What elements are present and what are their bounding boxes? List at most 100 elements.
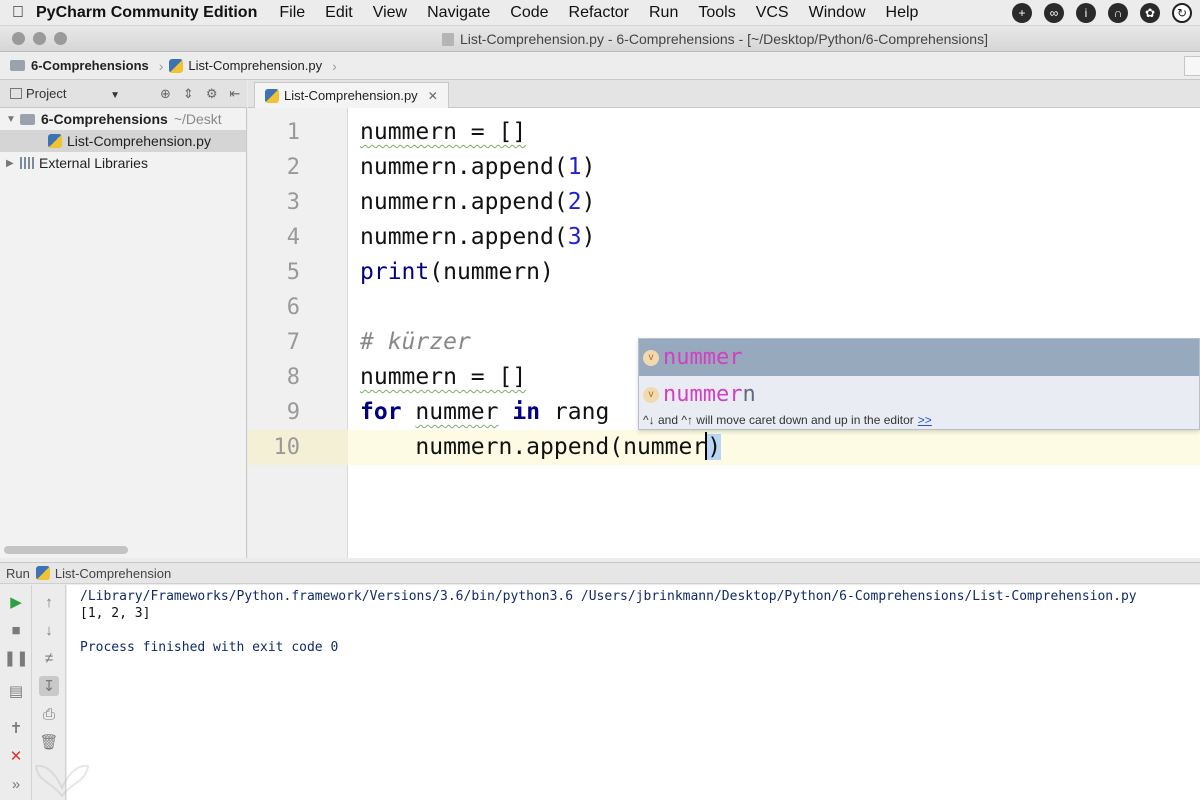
completion-rest: n [742,382,756,407]
line-number: 5 [286,260,300,285]
tab-list-comprehension[interactable]: List-Comprehension.py ✕ [254,82,449,108]
close-icon[interactable]: ✕ [6,746,26,766]
code-comment: # kürzer [360,329,471,355]
library-icon [20,157,34,169]
code-editor[interactable]: 1 2 3 4 5 6 7 8 9 10 nummern = [] nummer… [248,108,1200,558]
horizontal-scrollbar[interactable] [4,546,128,554]
menu-navigate[interactable]: Navigate [427,4,490,22]
completion-match: nummer [663,345,743,370]
menu-refactor[interactable]: Refactor [569,4,629,22]
more-icon[interactable]: » [6,774,26,794]
line-number: 7 [286,330,300,355]
evernote-icon[interactable]: ✿ [1140,3,1160,23]
code-text: nummer [415,399,499,425]
window-title-text: List-Comprehension.py - 6-Comprehensions… [460,31,988,47]
info-icon[interactable]: i [1076,3,1096,23]
code-text: ) [707,434,722,460]
expand-arrow-icon[interactable]: ▼ [6,114,20,125]
creative-cloud-icon[interactable]: ∞ [1044,3,1064,23]
code-line-8: nummern = [] [360,360,526,395]
breadcrumb-project[interactable]: 6-Comprehensions [10,58,149,73]
code-number: 3 [567,224,582,250]
menu-file[interactable]: File [279,4,305,22]
tree-item-project-root[interactable]: ▼ 6-Comprehensions ~/Deskt [0,108,246,130]
podcast-icon[interactable]: ∩ [1108,3,1128,23]
pause-icon[interactable]: ❚❚ [3,648,28,668]
tree-item-file[interactable]: List-Comprehension.py [0,130,246,152]
run-toolbar-primary: ▶ ■ ❚❚ ▤ ✝ ✕ » [0,585,32,800]
code-text: ) [581,154,596,180]
menu-view[interactable]: View [373,4,407,22]
app-name-menu[interactable]: PyCharm Community Edition [36,4,257,22]
code-line-3: nummern.append(2) [360,185,595,220]
project-view-label: Project [26,86,67,101]
code-text: ) [581,189,596,215]
scroll-to-end-icon[interactable]: ↧ [39,676,59,696]
collapse-arrow-icon[interactable]: ▶ [6,158,20,169]
breadcrumb-file[interactable]: List-Comprehension.py [169,58,322,73]
apple-logo-icon[interactable]:  [0,4,36,22]
toolbar-overflow-button[interactable] [1184,56,1200,76]
menu-vcs[interactable]: VCS [756,4,789,22]
completion-item[interactable]: v nummer n [639,376,1199,413]
code-text: nummern = [] [360,119,527,145]
project-panel-header: Project ▼ ⊕ ⇕ ⚙ ⇤ [0,80,247,108]
line-number: 8 [286,365,300,390]
menu-tools[interactable]: Tools [698,4,735,22]
soft-wrap-icon[interactable]: ≠ [39,648,59,668]
completion-match: nummer [663,382,743,407]
folder-icon [10,60,25,71]
menu-edit[interactable]: Edit [325,4,353,22]
stop-icon[interactable]: ■ [6,620,26,640]
restore-layout-icon[interactable]: ▤ [6,681,26,701]
hide-panel-icon[interactable]: ⇤ [229,86,240,102]
completion-item[interactable]: v nummer [639,339,1199,376]
window-title-bar: List-Comprehension.py - 6-Comprehensions… [0,26,1200,52]
code-text: nummern.append( [360,189,568,215]
plus-icon[interactable]: + [1012,3,1032,23]
run-icon[interactable]: ▶ [6,592,26,612]
chevron-right-icon: › [158,57,164,74]
completion-hint-link[interactable]: >> [918,413,932,427]
menu-code[interactable]: Code [510,4,548,22]
gear-icon[interactable]: ⚙ [206,86,218,102]
scroll-from-source-icon[interactable]: ⊕ [160,86,171,102]
menu-window[interactable]: Window [809,4,866,22]
time-machine-icon[interactable]: ↻ [1172,3,1192,23]
code-text: nummern = [] [360,364,527,390]
code-text: (nummern) [429,259,554,285]
line-number: 4 [286,225,300,250]
tab-label: List-Comprehension.py [284,88,418,103]
tree-item-external-libraries[interactable]: ▶ External Libraries [0,152,246,174]
project-tree: ▼ 6-Comprehensions ~/Deskt List-Comprehe… [0,108,247,558]
line-number: 1 [286,120,300,145]
line-number: 10 [273,435,301,460]
status-tray: + ∞ i ∩ ✿ ↻ [1012,3,1192,23]
tree-item-label: 6-Comprehensions [41,111,168,127]
breadcrumb: 6-Comprehensions › List-Comprehension.py… [0,52,1200,80]
completion-hint: ^↓ and ^↑ will move caret down and up in… [639,413,1199,429]
code-text: rang [553,399,610,425]
project-view-selector[interactable]: Project ▼ [26,86,120,101]
document-icon [442,33,454,46]
run-console[interactable]: /Library/Frameworks/Python.framework/Ver… [67,585,1200,800]
breadcrumb-file-label: List-Comprehension.py [188,58,323,73]
trash-icon[interactable]: 🗑 [39,732,59,752]
menu-bar:  PyCharm Community Edition File Edit Vi… [0,0,1200,26]
run-panel-label: Run [6,565,30,581]
variable-icon: v [643,349,659,366]
menu-help[interactable]: Help [886,4,919,22]
code-line-5: print(nummern) [360,255,554,290]
code-builtin: print [360,259,430,285]
editor-tab-bar: List-Comprehension.py ✕ [248,80,1200,108]
menu-run[interactable]: Run [649,4,678,22]
close-tab-icon[interactable]: ✕ [428,89,438,103]
run-config-name[interactable]: List-Comprehension [55,566,171,581]
pin-icon[interactable]: ✝ [6,718,26,738]
arrow-up-icon[interactable]: ↑ [39,592,59,612]
arrow-down-icon[interactable]: ↓ [39,620,59,640]
collapse-all-icon[interactable]: ⇕ [183,86,194,102]
butterfly-watermark-icon [34,764,90,798]
run-panel-header: Run List-Comprehension [0,562,1200,584]
print-icon[interactable]: ⎙ [39,704,59,724]
